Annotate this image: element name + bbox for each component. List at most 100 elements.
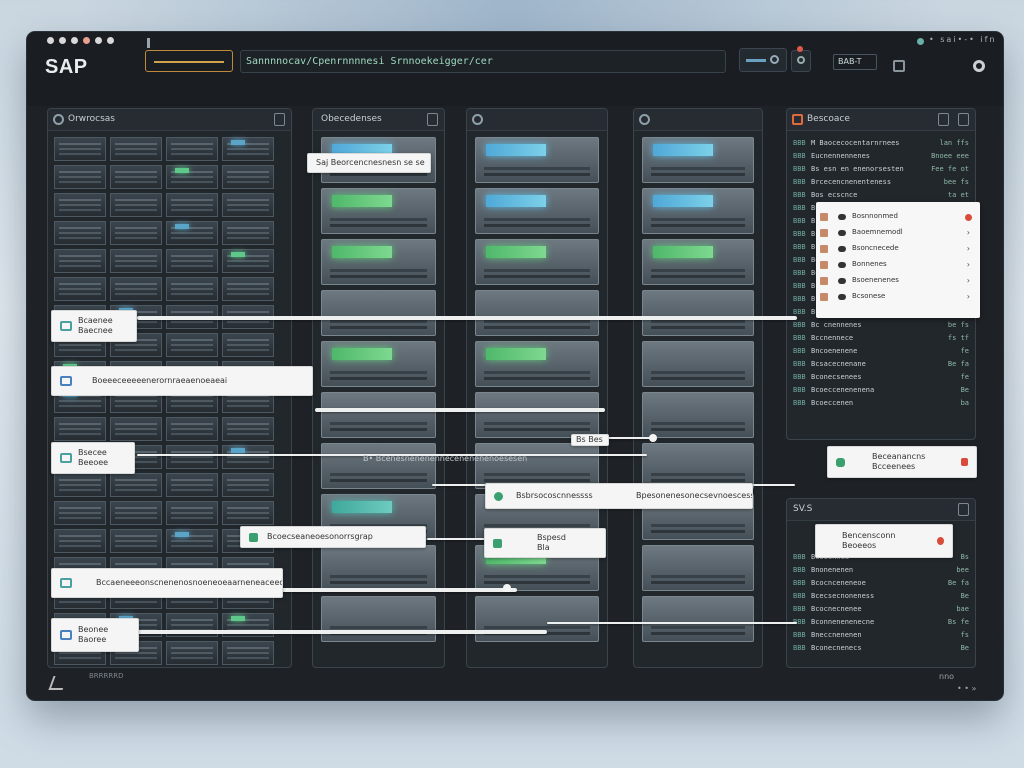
rack-unit[interactable] (110, 417, 162, 441)
rack-unit[interactable] (166, 501, 218, 525)
rack-unit[interactable] (166, 249, 218, 273)
server-unit[interactable] (475, 188, 599, 234)
rack-unit[interactable] (54, 221, 106, 245)
apps-grid-icon[interactable] (893, 60, 905, 72)
rack-unit[interactable] (110, 473, 162, 497)
log-row[interactable]: BBB Brcecencnenenteness bee fs (793, 176, 969, 189)
rack-unit[interactable] (54, 137, 106, 161)
rack-unit[interactable] (166, 417, 218, 441)
server-unit[interactable] (642, 392, 754, 438)
log-row[interactable]: BBB Bneccnenenen fs (793, 629, 969, 642)
panel-menu-icon[interactable] (958, 503, 969, 516)
server-unit[interactable] (321, 239, 436, 285)
log-row[interactable]: BBB Bncoenenene fe (793, 345, 969, 358)
callout-card[interactable]: Bspesd Bla (484, 528, 606, 558)
rack-unit[interactable] (110, 529, 162, 553)
server-unit[interactable] (321, 596, 436, 642)
rack-unit[interactable] (222, 165, 274, 189)
rack-unit[interactable] (54, 417, 106, 441)
rack-unit[interactable] (54, 501, 106, 525)
rack-unit[interactable] (222, 445, 274, 469)
server-unit[interactable] (475, 392, 599, 438)
log-row[interactable]: BBB Bcocnceneneoe Be fa (793, 577, 969, 590)
server-unit[interactable] (321, 392, 436, 438)
server-unit[interactable] (642, 239, 754, 285)
rack-unit[interactable] (222, 473, 274, 497)
rack-unit[interactable] (166, 641, 218, 665)
rack-unit[interactable] (166, 529, 218, 553)
window-dot-icon[interactable] (47, 37, 54, 44)
rack-unit[interactable] (222, 333, 274, 357)
resize-icon[interactable] (48, 676, 68, 690)
panel-menu-icon[interactable] (274, 113, 285, 126)
server-unit[interactable] (642, 290, 754, 336)
rack-unit[interactable] (222, 501, 274, 525)
rack-unit[interactable] (54, 249, 106, 273)
menu-item[interactable]: Baoemnemodl › (816, 226, 980, 241)
server-unit[interactable] (642, 137, 754, 183)
rack-unit[interactable] (54, 473, 106, 497)
server-unit[interactable] (642, 341, 754, 387)
callout-card[interactable]: Bsecee Beeoee (51, 442, 135, 474)
log-row[interactable]: BBB Bconecnenecs Be (793, 642, 969, 655)
server-unit[interactable] (475, 341, 599, 387)
rack-unit[interactable] (222, 641, 274, 665)
log-row[interactable]: BBB Bc cnennenes be fs (793, 319, 969, 332)
log-row[interactable]: BBB Bos ecscnce ta et (793, 189, 969, 202)
user-menu[interactable]: BAB-T (833, 54, 877, 70)
rack-unit[interactable] (110, 277, 162, 301)
environment-selector[interactable] (145, 50, 233, 72)
rack-unit[interactable] (54, 165, 106, 189)
rack-unit[interactable] (166, 445, 218, 469)
server-unit[interactable] (321, 290, 436, 336)
log-row[interactable]: BBB M Baocecocentarnrnees lan ffs (793, 137, 969, 150)
window-dot-icon[interactable] (59, 37, 66, 44)
rack-unit[interactable] (222, 417, 274, 441)
callout-card[interactable]: Bencensconn Beoeeos (815, 524, 953, 558)
edit-icon[interactable] (938, 113, 949, 126)
log-row[interactable]: BBB Bcoeccenenenena Be (793, 384, 969, 397)
rack-unit[interactable] (110, 249, 162, 273)
log-row[interactable]: BBB Bnonenenen bee (793, 564, 969, 577)
rack-unit[interactable] (110, 501, 162, 525)
server-unit[interactable] (321, 545, 436, 591)
view-toggle-button[interactable] (739, 48, 787, 72)
server-unit[interactable] (475, 137, 599, 183)
callout-card[interactable]: Bsbrsocoscnnessss Bpesonenesonecsevnoesc… (485, 483, 753, 509)
server-unit[interactable] (475, 239, 599, 285)
window-dot-icon[interactable] (107, 37, 114, 44)
rack-unit[interactable] (54, 277, 106, 301)
rack-unit[interactable] (222, 277, 274, 301)
callout-card[interactable]: Boeeeceeeeenerornraeaenoeaeai (51, 366, 313, 396)
close-icon[interactable] (958, 113, 969, 126)
rack-unit[interactable] (110, 165, 162, 189)
rack-unit[interactable] (54, 529, 106, 553)
window-dot-icon[interactable] (71, 37, 78, 44)
log-row[interactable]: BBB Bccnennece fs tf (793, 332, 969, 345)
footer-controls[interactable]: • • » (957, 684, 976, 693)
log-row[interactable]: BBB Bcsacecnenane Be fa (793, 358, 969, 371)
log-row[interactable]: BBB Bconecsenees fe (793, 371, 969, 384)
server-unit[interactable] (642, 188, 754, 234)
server-unit[interactable] (321, 443, 436, 489)
rack-unit[interactable] (222, 137, 274, 161)
log-row[interactable]: BBB Bs esn en enenorsesten Fee fe ot (793, 163, 969, 176)
rack-unit[interactable] (222, 249, 274, 273)
rack-unit[interactable] (54, 193, 106, 217)
callout-card[interactable]: Bcaenee Baecnee (51, 310, 137, 342)
log-row[interactable]: BBB Bcoeccenen ba (793, 397, 969, 410)
rack-unit[interactable] (166, 473, 218, 497)
rack-unit[interactable] (166, 137, 218, 161)
log-row[interactable]: BBB Bconnenenenecne Bs fe (793, 616, 969, 629)
server-unit[interactable] (642, 545, 754, 591)
menu-item[interactable]: Bosnnonmed (816, 210, 980, 225)
menu-item[interactable]: Bonnenes › (816, 258, 980, 273)
rack-unit[interactable] (110, 221, 162, 245)
search-input[interactable]: Sannnnocav/Cpenrnnnnesi Srnnoekeigger/ce… (240, 50, 726, 73)
rack-unit[interactable] (110, 193, 162, 217)
callout-tag[interactable]: Bs Bes (571, 434, 609, 446)
server-unit[interactable] (642, 596, 754, 642)
rack-unit[interactable] (110, 137, 162, 161)
menu-item[interactable]: Bcsonese › (816, 290, 980, 305)
rack-unit[interactable] (166, 277, 218, 301)
